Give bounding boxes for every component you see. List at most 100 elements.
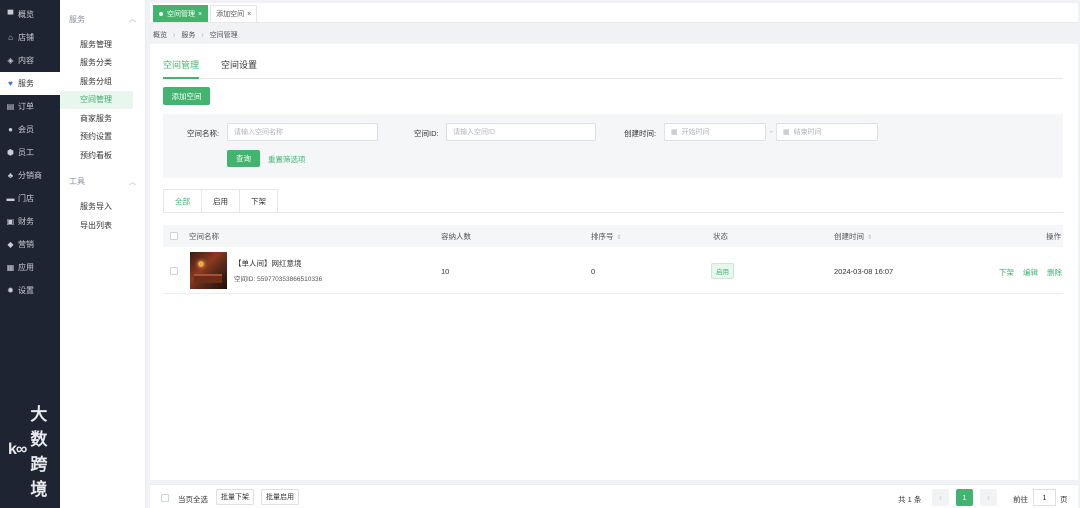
tab-enabled[interactable]: 启用 <box>201 189 240 213</box>
calendar-icon: ▦ <box>671 129 678 136</box>
delete-action[interactable]: 删除 <box>1047 267 1062 278</box>
sidebar-item-label: 内容 <box>18 56 34 65</box>
tab-space-settings[interactable]: 空间设置 <box>221 54 257 79</box>
layers-icon: ◈ <box>7 56 14 65</box>
sidebar-item-11[interactable]: ▦ 应用 <box>0 256 60 279</box>
add-space-button[interactable]: 添加空间 <box>163 87 210 105</box>
logo: k∞ 大数跨境 <box>8 400 60 500</box>
sidebar-item-9[interactable]: ▣ 财务 <box>0 210 60 233</box>
header-created-label: 创建时间 <box>834 232 864 241</box>
sidebar-item-8[interactable]: ▬ 门店 <box>0 187 60 210</box>
tab-space-management[interactable]: 空间管理 <box>163 54 200 79</box>
batch-offline-button[interactable]: 批量下架 <box>216 489 254 505</box>
query-button[interactable]: 查询 <box>227 150 260 167</box>
submenu-group2-items: 服务导入 导出列表 <box>60 193 145 235</box>
sidebar-item-0[interactable]: ▀ 概览 <box>0 3 60 26</box>
table-header: 空间名称 容纳人数 排序号 ⇕ 状态 创建时间 ⇕ 操作 <box>163 225 1063 247</box>
chevron-up-icon: ︿ <box>129 178 136 186</box>
store-icon: ▬ <box>6 194 15 203</box>
edit-action[interactable]: 编辑 <box>1023 267 1038 278</box>
goto-page-input[interactable]: 1 <box>1033 489 1056 506</box>
end-time-input[interactable]: ▦ 结束时间 <box>776 123 878 141</box>
submenu-group-service[interactable]: 服务 ︿ <box>60 8 145 30</box>
header-capacity: 容纳人数 <box>441 232 471 241</box>
submenu-item[interactable]: 服务管理 <box>60 35 145 54</box>
staff-icon: ⬢ <box>7 148 14 157</box>
tab-all[interactable]: 全部 <box>163 189 202 213</box>
created-time: 2024-03-08 16:07 <box>834 267 894 276</box>
sidebar-item-label: 设置 <box>18 286 34 295</box>
submenu-item[interactable]: 预约设置 <box>60 128 145 147</box>
start-time-input[interactable]: ▦ 开始时间 <box>664 123 766 141</box>
sidebar-item-1[interactable]: ⌂ 店铺 <box>0 26 60 49</box>
sidebar-item-2[interactable]: ◈ 内容 <box>0 49 60 72</box>
submenu-item[interactable]: 导出列表 <box>60 216 145 235</box>
wallet-icon: ▣ <box>6 217 15 226</box>
active-dot-icon <box>159 12 163 16</box>
capacity-value: 10 <box>441 267 450 276</box>
batch-enable-button[interactable]: 批量启用 <box>261 489 299 505</box>
page-tab-label: 添加空间 <box>216 11 245 18</box>
logo-text: 大数跨境 <box>30 405 48 499</box>
offline-action[interactable]: 下架 <box>999 267 1014 278</box>
page-select-all-checkbox[interactable] <box>161 494 169 502</box>
next-page-icon[interactable]: › <box>980 489 997 506</box>
row-checkbox[interactable] <box>170 267 178 275</box>
sidebar-item-label: 营销 <box>18 240 34 249</box>
breadcrumb-item: 空间管理 <box>209 32 238 39</box>
submenu-item[interactable]: 服务分类 <box>60 54 145 73</box>
prev-page-icon[interactable]: ‹ <box>932 489 949 506</box>
sidebar-item-6[interactable]: ⬢ 员工 <box>0 141 60 164</box>
chevron-right-icon: › <box>201 31 204 39</box>
sidebar-item-label: 门店 <box>18 194 34 203</box>
page-number-current[interactable]: 1 <box>956 489 973 506</box>
heart-icon: ♥ <box>8 79 13 88</box>
sidebar-item-10[interactable]: ◆ 营销 <box>0 233 60 256</box>
submenu-item[interactable]: 服务分组 <box>60 72 145 91</box>
sidebar-item-3[interactable]: ♥ 服务 <box>0 72 60 95</box>
breadcrumb-item[interactable]: 概览 <box>153 30 167 40</box>
header-created[interactable]: 创建时间 ⇕ <box>834 231 872 242</box>
main-sidebar: ▀ 概览 ⌂ 店铺 ◈ 内容 ♥ 服务 ▤ 订单 ● 会员 ⬢ 员工 ♣ 分销商 ▬ 门店 ▣ 财务 ◆ 营销 ▦ 应用 ✹ 设置… <box>0 0 60 508</box>
submenu-item[interactable]: 空间管理 <box>60 90 133 109</box>
space-id-input[interactable]: 请输入空间ID <box>446 123 596 141</box>
close-icon[interactable]: × <box>198 11 202 18</box>
id-filter-label: 空间ID: <box>414 129 439 138</box>
page-tab-add-space[interactable]: 添加空间 × <box>210 5 258 22</box>
sidebar-item-5[interactable]: ● 会员 <box>0 118 60 141</box>
page-tabbar: 空间管理 × 添加空间 × <box>150 3 1078 23</box>
breadcrumb: 概览 › 服务 › 空间管理 <box>153 28 238 42</box>
submenu-item[interactable]: 预约看板 <box>60 146 145 165</box>
range-separator: - <box>770 127 773 136</box>
sidebar-item-7[interactable]: ♣ 分销商 <box>0 164 60 187</box>
select-all-checkbox[interactable] <box>170 232 178 240</box>
sidebar-item-label: 服务 <box>18 79 34 88</box>
page-tab-space-management[interactable]: 空间管理 × <box>153 5 209 22</box>
sidebar-item-label: 订单 <box>18 102 34 111</box>
sidebar-item-label: 员工 <box>18 148 34 157</box>
thumbnail-lamp <box>198 261 204 267</box>
submenu-item[interactable]: 服务导入 <box>60 198 145 217</box>
tab-offline[interactable]: 下架 <box>239 189 278 213</box>
start-time-placeholder: 开始时间 <box>681 129 710 136</box>
submenu-group-tools[interactable]: 工具 ︿ <box>60 171 145 193</box>
select-all-label: 当页全选 <box>178 495 208 504</box>
sort-icon: ⇕ <box>616 235 622 241</box>
reset-filter-link[interactable]: 重置筛选项 <box>268 154 306 165</box>
submenu-item[interactable]: 商家服务 <box>60 109 145 128</box>
sidebar-item-label: 分销商 <box>18 171 42 180</box>
submenu-group1-items: 服务管理 服务分类 服务分组 空间管理 商家服务 预约设置 预约看板 <box>60 30 145 165</box>
header-name: 空间名称 <box>189 232 219 241</box>
sidebar-item-4[interactable]: ▤ 订单 <box>0 95 60 118</box>
main-panel: 空间管理 空间设置 添加空间 空间名称: 请输入空间名称 空间ID: 请输入空间… <box>150 44 1078 480</box>
logo-mark-icon: k∞ <box>8 441 27 458</box>
page-suffix: 页 <box>1060 495 1068 504</box>
header-sort[interactable]: 排序号 ⇕ <box>591 231 622 242</box>
chevron-up-icon: ︿ <box>129 16 136 23</box>
close-icon[interactable]: × <box>247 11 251 18</box>
filter-panel: 空间名称: 请输入空间名称 空间ID: 请输入空间ID 创建时间: ▦ 开始时间… <box>163 114 1063 178</box>
space-name-input[interactable]: 请输入空间名称 <box>227 123 378 141</box>
breadcrumb-item[interactable]: 服务 <box>181 30 195 40</box>
sidebar-item-12[interactable]: ✹ 设置 <box>0 279 60 302</box>
status-tabs: 全部 启用 下架 <box>163 189 278 213</box>
